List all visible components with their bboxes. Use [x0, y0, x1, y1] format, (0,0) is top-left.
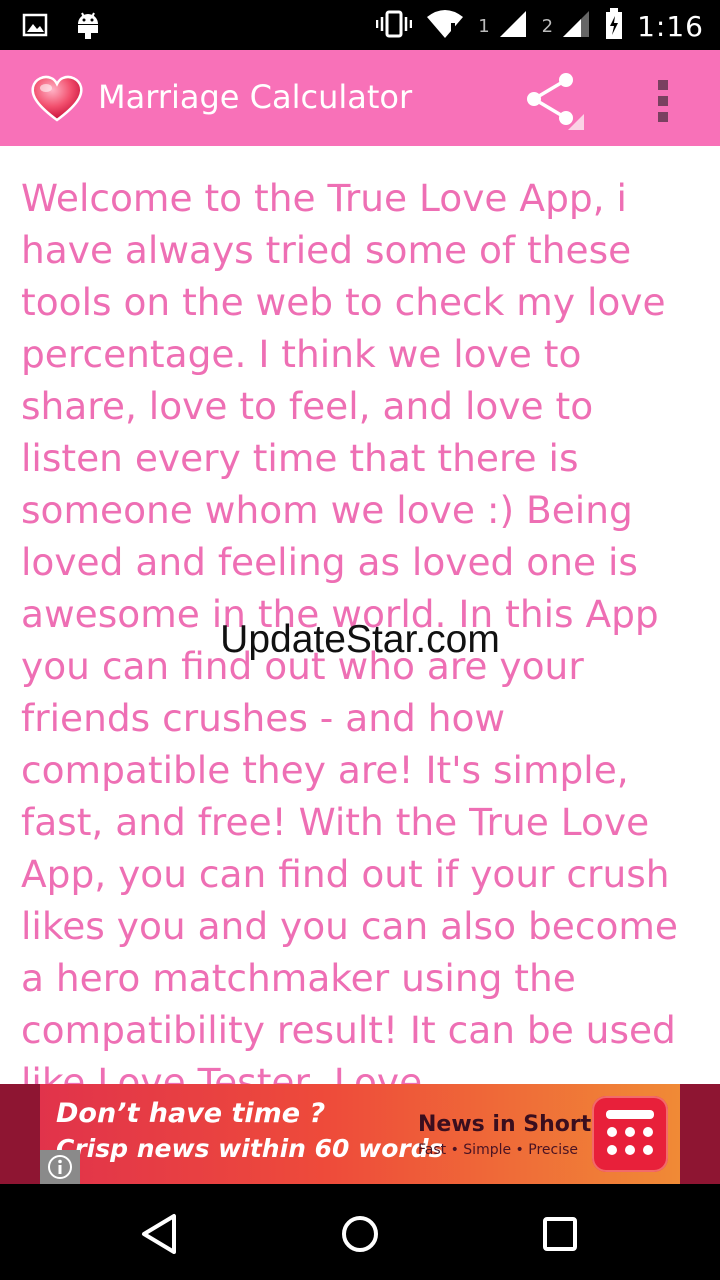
share-button[interactable]: [520, 70, 584, 130]
vibrate-icon: [375, 9, 413, 43]
ad-app-logo-icon: [592, 1096, 668, 1172]
action-bar: Marriage Calculator: [0, 50, 720, 146]
app-title: Marriage Calculator: [98, 78, 413, 116]
heart-logo-icon[interactable]: [30, 74, 84, 122]
home-button[interactable]: [336, 1210, 384, 1258]
ad-brand: News in Shorts: [418, 1112, 605, 1137]
signal-strength-icon-sim2: [561, 9, 591, 43]
status-clock: 1:16: [637, 9, 704, 43]
ad-info-icon[interactable]: [40, 1150, 80, 1184]
ad-subline: Crisp news within 60 words: [56, 1134, 444, 1163]
ad-edge-right: [680, 1084, 720, 1184]
gallery-notification-icon: [22, 12, 48, 42]
battery-charging-icon: [605, 8, 623, 44]
recents-icon: [543, 1217, 577, 1251]
back-icon: [142, 1214, 176, 1254]
overflow-menu-button[interactable]: [642, 72, 686, 128]
sim2-label: 2: [541, 15, 554, 37]
ad-creative[interactable]: Don’t have time ? Crisp news within 60 w…: [40, 1084, 680, 1184]
description-text: Welcome to the True Love App, i have alw…: [21, 176, 678, 1084]
status-bar: 1 2 1:16: [0, 0, 720, 50]
ad-edge-left: [0, 1084, 40, 1184]
signal-strength-icon-sim1: [498, 9, 528, 43]
android-notification-icon: [74, 10, 102, 44]
ad-tagline: Fast • Simple • Precise: [418, 1142, 579, 1158]
wifi-icon: [426, 9, 464, 43]
sim1-label: 1: [478, 15, 490, 37]
recents-button[interactable]: [536, 1210, 584, 1258]
ad-banner[interactable]: Don’t have time ? Crisp news within 60 w…: [0, 1084, 720, 1184]
back-button[interactable]: [136, 1210, 184, 1258]
navigation-bar: [0, 1184, 720, 1280]
share-icon: [527, 73, 584, 130]
overflow-menu-icon: [658, 80, 668, 122]
content-scroll-area[interactable]: Welcome to the True Love App, i have alw…: [0, 146, 720, 1084]
home-icon: [342, 1216, 378, 1252]
ad-headline: Don’t have time ?: [56, 1098, 326, 1129]
